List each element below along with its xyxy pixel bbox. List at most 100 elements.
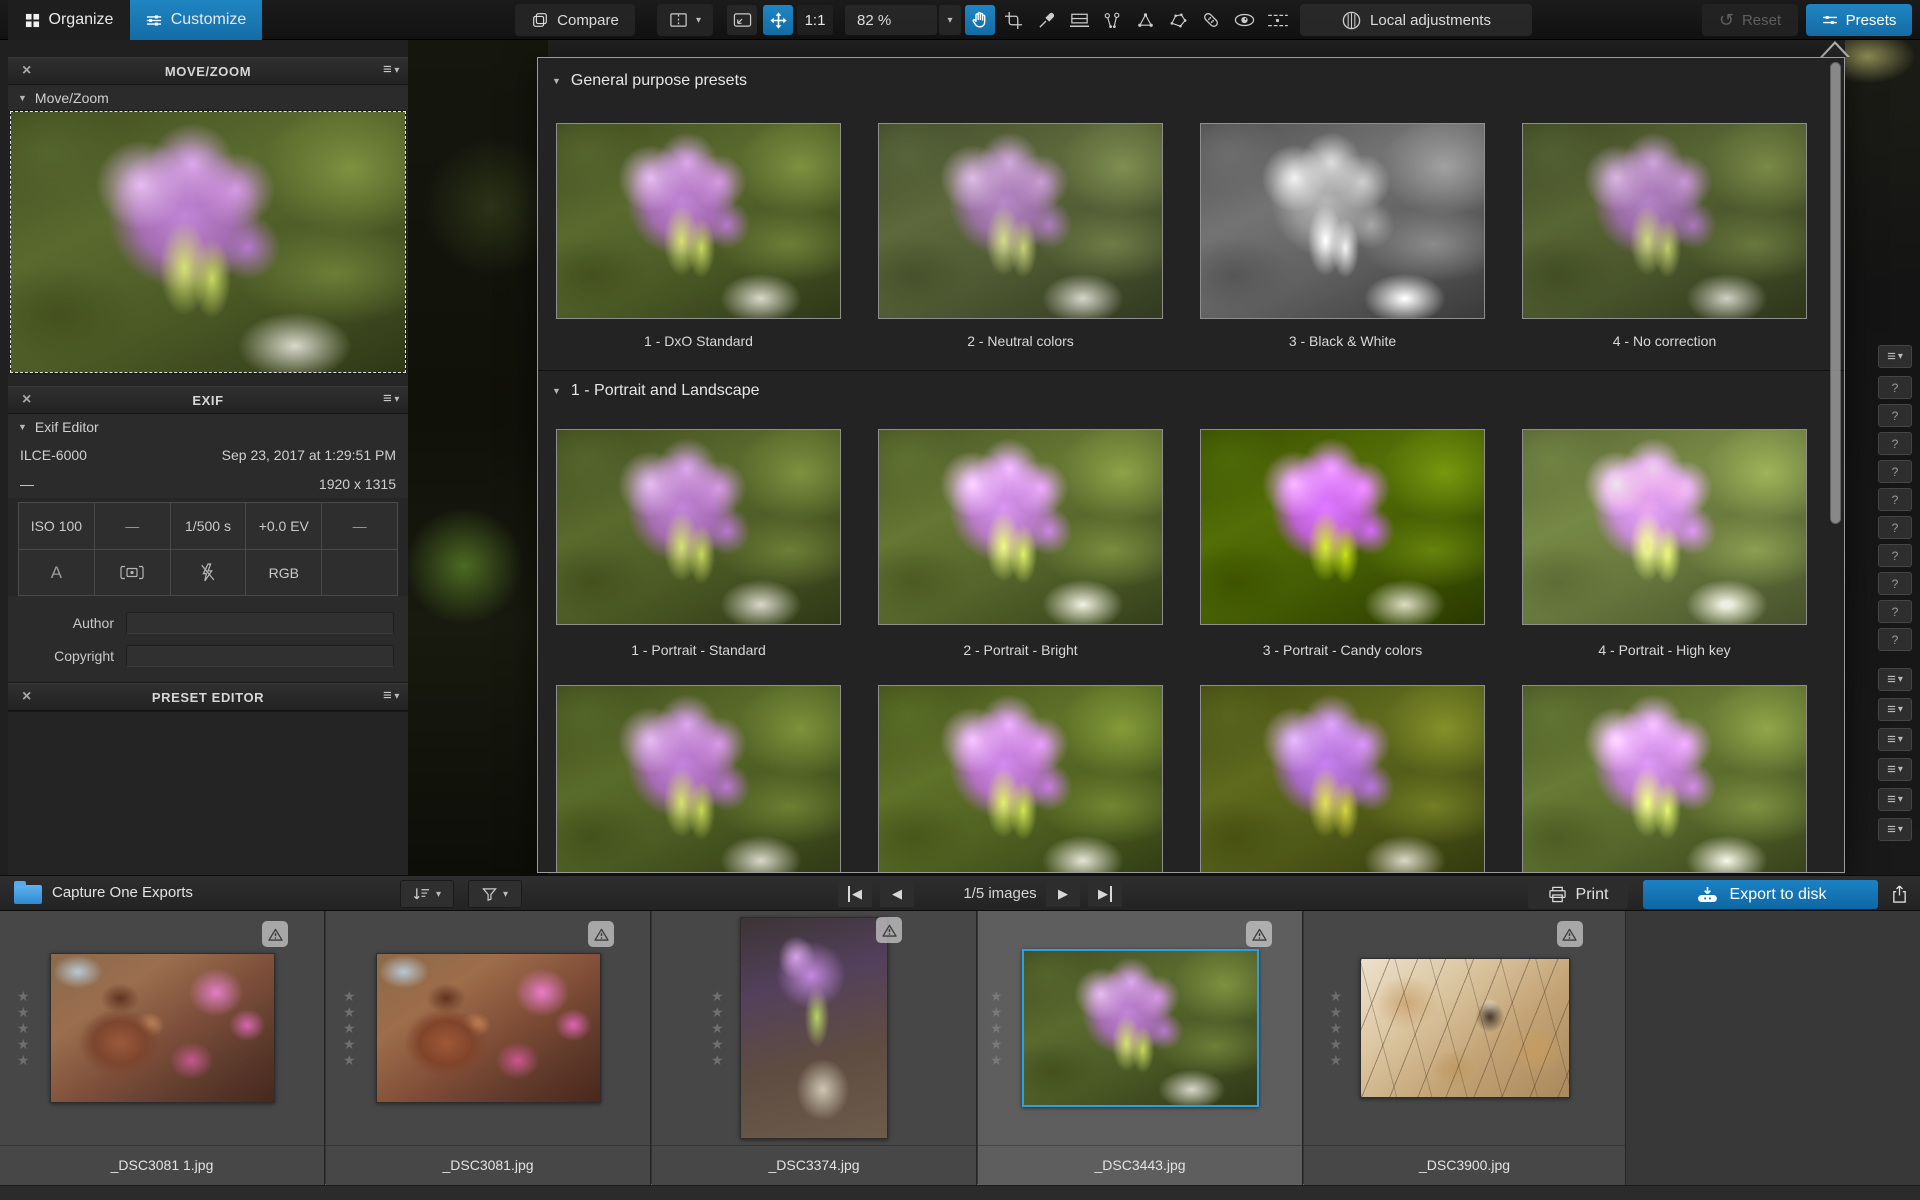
preset-card-portrait-standard[interactable] xyxy=(556,429,841,625)
lasso-mask-tool-button[interactable] xyxy=(1163,5,1193,35)
preset-card-portrait-high-key[interactable] xyxy=(1522,429,1807,625)
help-button[interactable]: ? xyxy=(1878,572,1912,595)
preset-card-black-white[interactable] xyxy=(1200,123,1485,319)
help-button[interactable]: ? xyxy=(1878,628,1912,651)
crop-tool-button[interactable] xyxy=(998,5,1028,35)
close-icon[interactable]: × xyxy=(18,62,36,80)
palette-menu-button[interactable]: ≡▾ xyxy=(1878,758,1912,781)
exif-editor-section-header[interactable]: ▼ Exif Editor xyxy=(8,414,408,440)
preset-card-neutral-colors[interactable] xyxy=(878,123,1163,319)
export-to-disk-button[interactable]: Export to disk xyxy=(1643,880,1878,909)
author-field[interactable] xyxy=(126,612,394,634)
panel-menu-icon[interactable]: ≡▾ xyxy=(383,392,400,406)
upload-warning-icon[interactable] xyxy=(876,917,902,943)
palette-menu-button[interactable]: ≡▾ xyxy=(1878,345,1912,368)
hand-tool-button[interactable] xyxy=(965,5,995,35)
preset-card-dxo-standard[interactable] xyxy=(556,123,841,319)
move-zoom-preview[interactable] xyxy=(10,111,406,373)
thumbnail[interactable] xyxy=(376,953,601,1103)
preset-card[interactable] xyxy=(1200,685,1485,873)
upload-warning-icon[interactable] xyxy=(588,921,614,947)
bottom-gutter xyxy=(0,1186,1920,1200)
preset-section-header-portrait-landscape[interactable]: ▼ 1 - Portrait and Landscape xyxy=(538,376,1844,406)
help-button[interactable]: ? xyxy=(1878,544,1912,567)
upload-warning-icon[interactable] xyxy=(1246,921,1272,947)
fit-screen-button[interactable] xyxy=(727,5,757,35)
presets-button[interactable]: Presets xyxy=(1806,4,1912,36)
close-icon[interactable]: × xyxy=(18,688,36,706)
palette-menu-button[interactable]: ≡▾ xyxy=(1878,788,1912,811)
popover-scrollbar-thumb[interactable] xyxy=(1830,62,1841,524)
upload-warning-icon[interactable] xyxy=(262,921,288,947)
preset-thumbnail xyxy=(557,124,840,318)
help-button[interactable]: ? xyxy=(1878,460,1912,483)
last-image-button[interactable]: ▶ xyxy=(1088,881,1122,907)
upload-warning-icon[interactable] xyxy=(1557,921,1583,947)
preset-section-header-general[interactable]: ▼ General purpose presets xyxy=(538,66,1844,96)
help-button[interactable]: ? xyxy=(1878,404,1912,427)
zoom-level-select[interactable]: 82 % xyxy=(845,5,937,35)
close-icon[interactable]: × xyxy=(18,391,36,409)
repair-tool-button[interactable] xyxy=(1196,5,1226,35)
split-view-button[interactable]: ▾ xyxy=(657,4,713,36)
eyedropper-tool-button[interactable] xyxy=(1031,5,1061,35)
preset-card[interactable] xyxy=(556,685,841,873)
thumbnail[interactable] xyxy=(50,953,275,1103)
horizon-tool-button[interactable] xyxy=(1064,5,1094,35)
star-rating[interactable]: ★★★★★ xyxy=(711,988,724,1068)
filmstrip-cell[interactable]: ★★★★★ _DSC3374.jpg xyxy=(652,911,977,1185)
image-canvas-left[interactable] xyxy=(408,40,548,875)
help-button[interactable]: ? xyxy=(1878,600,1912,623)
tab-organize[interactable]: Organize xyxy=(8,0,130,40)
palette-menu-button[interactable]: ≡▾ xyxy=(1878,668,1912,691)
thumbnail[interactable] xyxy=(1022,949,1259,1107)
thumbnail[interactable] xyxy=(740,917,888,1139)
panel-menu-icon[interactable]: ≡▾ xyxy=(383,689,400,703)
polygon-mask-tool-button[interactable] xyxy=(1130,5,1160,35)
preset-card-portrait-bright[interactable] xyxy=(878,429,1163,625)
star-rating[interactable]: ★★★★★ xyxy=(990,988,1003,1068)
help-button[interactable]: ? xyxy=(1878,376,1912,399)
copyright-field[interactable] xyxy=(126,645,394,667)
tab-customize[interactable]: Customize xyxy=(130,0,262,40)
preset-card-portrait-candy-colors[interactable] xyxy=(1200,429,1485,625)
prev-image-button[interactable]: ◀ xyxy=(880,881,914,907)
workspace: R:118 G:123 B:8 × MOVE/ZOOM ≡▾ ▼ Move/Zo… xyxy=(0,40,1920,875)
palette-menu-button[interactable]: ≡▾ xyxy=(1878,728,1912,751)
print-button[interactable]: Print xyxy=(1528,880,1628,909)
palette-menu-button[interactable]: ≡▾ xyxy=(1878,818,1912,841)
preset-card-no-correction[interactable] xyxy=(1522,123,1807,319)
share-button[interactable] xyxy=(1884,880,1914,909)
print-icon xyxy=(1548,886,1567,903)
filter-button[interactable]: ▾ xyxy=(468,880,522,908)
star-rating[interactable]: ★★★★★ xyxy=(343,988,356,1068)
zoom-level-chevron[interactable]: ▾ xyxy=(939,5,961,35)
preset-card[interactable] xyxy=(1522,685,1807,873)
compare-label: Compare xyxy=(557,12,619,29)
filmstrip-cell-selected[interactable]: ★★★★★ _DSC3443.jpg xyxy=(978,911,1303,1185)
move-tool-button[interactable] xyxy=(763,5,793,35)
filmstrip-cell[interactable]: ★★★★★ _DSC3081 1.jpg xyxy=(0,911,325,1185)
help-button[interactable]: ? xyxy=(1878,488,1912,511)
thumbnail[interactable] xyxy=(1360,958,1570,1098)
red-eye-tool-button[interactable] xyxy=(1229,5,1259,35)
filmstrip-cell[interactable]: ★★★★★ _DSC3081.jpg xyxy=(326,911,651,1185)
first-image-button[interactable]: ◀ xyxy=(838,881,872,907)
panel-menu-icon[interactable]: ≡▾ xyxy=(383,63,400,77)
help-button[interactable]: ? xyxy=(1878,516,1912,539)
filmstrip-cell[interactable]: ★★★★★ _DSC3900.jpg xyxy=(1304,911,1626,1185)
reset-button[interactable]: ↺ Reset xyxy=(1702,4,1798,36)
preset-card[interactable] xyxy=(878,685,1163,873)
grid-overlay-tool-button[interactable] xyxy=(1262,5,1292,35)
help-button[interactable]: ? xyxy=(1878,432,1912,455)
move-zoom-section-header[interactable]: ▼ Move/Zoom xyxy=(8,85,408,111)
sort-button[interactable]: ▾ xyxy=(400,880,454,908)
compare-button[interactable]: Compare xyxy=(515,4,635,36)
star-rating[interactable]: ★★★★★ xyxy=(17,988,30,1068)
next-image-button[interactable]: ▶ xyxy=(1046,881,1080,907)
one-to-one-button[interactable]: 1:1 xyxy=(797,5,833,35)
local-adjustments-button[interactable]: Local adjustments xyxy=(1300,4,1532,36)
control-points-tool-button[interactable] xyxy=(1097,5,1127,35)
star-rating[interactable]: ★★★★★ xyxy=(1330,988,1343,1068)
palette-menu-button[interactable]: ≡▾ xyxy=(1878,698,1912,721)
